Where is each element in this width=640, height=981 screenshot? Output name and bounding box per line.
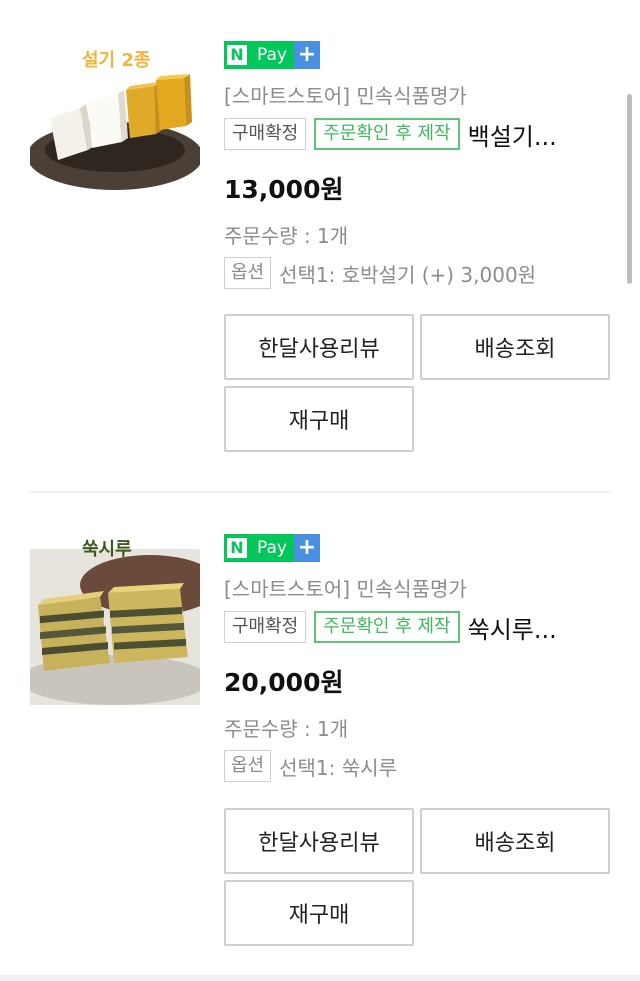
tag-row: 구매확정 주문확인 후 제작 백설기...: [224, 117, 612, 151]
image-caption: 쑥시루: [82, 539, 132, 560]
purchase-confirmed-tag: 구매확정: [224, 118, 307, 150]
monthly-review-button[interactable]: 한달사용리뷰: [224, 314, 414, 380]
price: 13,000원: [224, 175, 344, 204]
rebuy-button[interactable]: 재구매: [224, 386, 414, 452]
order-info: N Pay + [스마트스토어] 민속식품명가 구매확정 주문확인 후 제작 백…: [224, 0, 612, 460]
purchase-confirmed-tag: 구매확정: [224, 611, 307, 643]
order-info: N Pay + [스마트스토어] 민속식품명가 구매확정 주문확인 후 제작 쑥…: [224, 493, 612, 953]
delivery-tracking-button[interactable]: 배송조회: [420, 314, 610, 380]
product-thumbnail[interactable]: 설기 2종: [30, 38, 200, 208]
tag-row: 구매확정 주문확인 후 제작 쑥시루...: [224, 610, 612, 644]
pay-label: Pay: [250, 534, 294, 562]
seolgi-image: 설기 2종: [30, 38, 200, 208]
ssuksiru-image: 쑥시루: [30, 535, 200, 705]
scrollbar[interactable]: [627, 94, 632, 284]
plus-icon: +: [294, 534, 320, 562]
rebuy-button[interactable]: 재구매: [224, 880, 414, 946]
naverpay-plus-badge: N Pay +: [224, 41, 320, 69]
made-to-order-tag: 주문확인 후 제작: [314, 611, 460, 643]
store-name[interactable]: [스마트스토어] 민속식품명가: [224, 80, 467, 109]
order-quantity: 주문수량 : 1개: [224, 717, 349, 741]
product-name[interactable]: 백설기...: [468, 117, 612, 152]
monthly-review-button[interactable]: 한달사용리뷰: [224, 808, 414, 874]
naverpay-plus-badge: N Pay +: [224, 534, 320, 562]
delivery-tracking-button[interactable]: 배송조회: [420, 808, 610, 874]
option-badge: 옵션: [224, 750, 272, 782]
product-thumbnail[interactable]: 쑥시루: [30, 535, 200, 705]
plus-icon: +: [294, 41, 320, 69]
option-row: 옵션 선택1: 쑥시루: [224, 750, 397, 782]
pay-label: Pay: [250, 41, 294, 69]
price: 20,000원: [224, 668, 344, 697]
naver-n-icon: N: [224, 534, 250, 562]
made-to-order-tag: 주문확인 후 제작: [314, 118, 460, 150]
product-name[interactable]: 쑥시루...: [468, 610, 612, 645]
option-text: 선택1: 쑥시루: [279, 755, 397, 780]
option-text: 선택1: 호박설기 (+) 3,000원: [279, 262, 537, 287]
option-row: 옵션 선택1: 호박설기 (+) 3,000원: [224, 257, 536, 289]
image-caption: 설기 2종: [82, 50, 150, 71]
naver-n-icon: N: [224, 41, 250, 69]
order-quantity: 주문수량 : 1개: [224, 224, 349, 248]
option-badge: 옵션: [224, 257, 272, 289]
store-name[interactable]: [스마트스토어] 민속식품명가: [224, 573, 467, 602]
section-bottom-border: [0, 975, 640, 981]
